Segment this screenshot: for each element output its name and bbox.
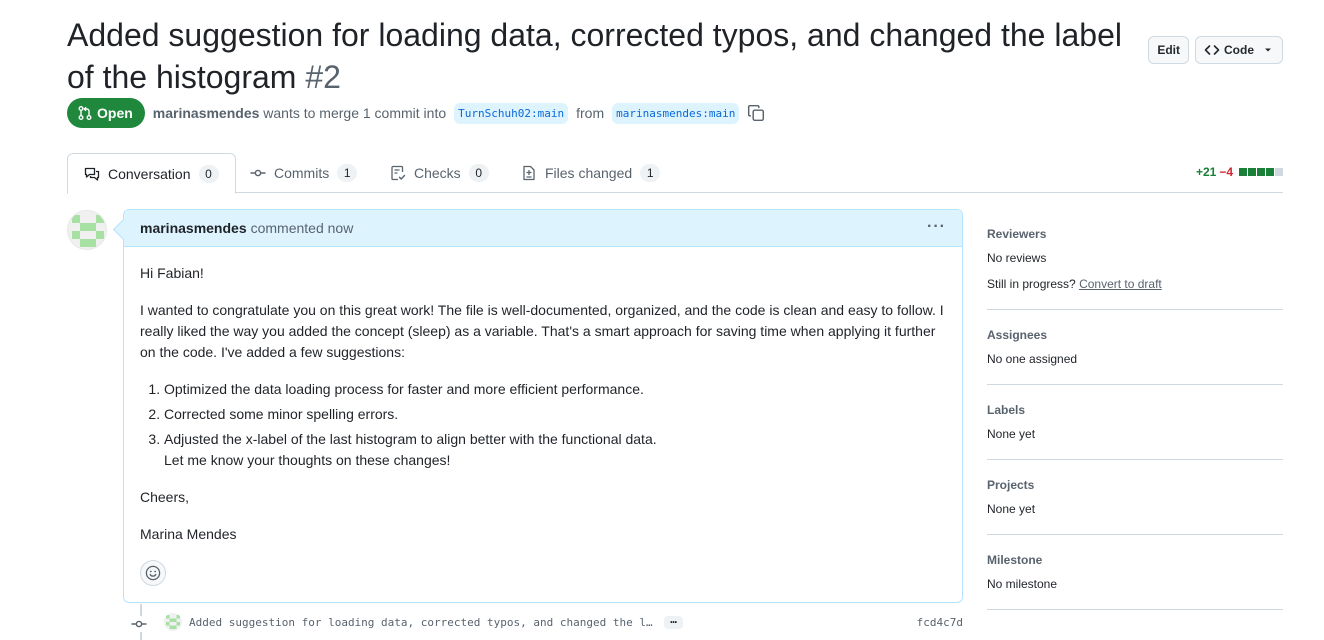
title-actions: Edit Code (1148, 36, 1283, 64)
progress-text: Still in progress? (987, 277, 1076, 291)
list-item: Corrected some minor spelling errors. (164, 404, 946, 425)
tab-conversation[interactable]: Conversation 0 (67, 153, 236, 194)
kebab-horizontal-icon[interactable]: ··· (927, 218, 946, 236)
tab-checks[interactable]: Checks 0 (374, 153, 505, 193)
avatar[interactable] (67, 210, 107, 250)
diffstat-block (1257, 168, 1265, 176)
diffstat-blocks (1239, 168, 1283, 176)
diffstat-block (1266, 168, 1274, 176)
merge-summary: marinasmendes wants to merge 1 commit in… (153, 105, 446, 121)
list-item-text: Adjusted the x-label of the last histogr… (164, 431, 657, 447)
pr-tabs: Conversation 0 Commits 1 Checks 0 Files … (67, 153, 1283, 194)
projects-value: None yet (987, 502, 1036, 516)
identicon (164, 613, 182, 631)
commit-sha[interactable]: fcd4c7d (917, 616, 963, 629)
diffstat-block (1239, 168, 1247, 176)
sidebar-labels: Labels None yet (987, 385, 1283, 460)
status-badge: Open (67, 98, 145, 128)
pr-title-row: Added suggestion for loading data, corre… (67, 14, 1283, 98)
add-reaction-button[interactable] (140, 560, 166, 586)
merge-text: wants to merge 1 commit into (263, 105, 447, 121)
tab-label: Files changed (545, 165, 633, 181)
pr-meta: Open marinasmendes wants to merge 1 comm… (67, 98, 765, 128)
sidebar: Reviewers No reviews Still in progress? … (987, 219, 1283, 610)
tab-commits[interactable]: Commits 1 (234, 153, 373, 193)
expand-commit-button[interactable]: … (664, 614, 683, 629)
timeline-commit: Added suggestion for loading data, corre… (123, 612, 963, 634)
pr-title-text: Added suggestion for loading data, corre… (67, 17, 1122, 95)
tab-counter: 1 (640, 164, 661, 182)
smiley-icon (145, 565, 161, 581)
pr-number: #2 (305, 59, 341, 95)
labels-heading[interactable]: Labels (987, 403, 1283, 417)
comment-discussion-icon (84, 167, 100, 181)
tab-counter: 0 (468, 164, 489, 182)
tab-counter: 0 (198, 164, 219, 183)
git-commit-icon (250, 169, 266, 177)
comment-greeting: Hi Fabian! (140, 265, 204, 281)
comment-body: Hi Fabian! I wanted to congratulate you … (124, 247, 962, 545)
pr-title: Added suggestion for loading data, corre… (67, 14, 1147, 98)
list-item: Adjusted the x-label of the last histogr… (164, 429, 946, 471)
deletions-count: −4 (1219, 165, 1233, 179)
identicon (68, 211, 106, 249)
comment-signature: Marina Mendes (140, 526, 237, 542)
file-diff-icon (523, 165, 535, 181)
convert-to-draft-link[interactable]: Convert to draft (1079, 277, 1162, 291)
base-branch[interactable]: TurnSchuh02:main (454, 102, 569, 124)
git-commit-icon (131, 616, 147, 632)
edit-button[interactable]: Edit (1148, 36, 1189, 64)
code-button-label: Code (1224, 43, 1254, 57)
milestone-heading[interactable]: Milestone (987, 553, 1283, 567)
comment-paragraph: I wanted to congratulate you on this gre… (140, 302, 944, 360)
head-branch[interactable]: marinasmendes:main (612, 102, 740, 124)
tab-label: Checks (414, 165, 461, 181)
sidebar-projects: Projects None yet (987, 460, 1283, 535)
sidebar-assignees: Assignees No one assigned (987, 310, 1283, 385)
code-button[interactable]: Code (1195, 36, 1283, 64)
additions-count: +21 (1195, 165, 1217, 179)
reviewers-heading[interactable]: Reviewers (987, 227, 1283, 241)
comment-meta[interactable]: commented now (251, 220, 354, 236)
diffstat-block (1248, 168, 1256, 176)
author-link[interactable]: marinasmendes (153, 105, 260, 121)
draft-prompt: Still in progress? Convert to draft (987, 275, 1283, 293)
tab-files-changed[interactable]: Files changed 1 (505, 153, 676, 193)
comment-card: marinasmendes commented now ··· Hi Fabia… (123, 209, 963, 603)
caret-down-icon (1265, 48, 1271, 52)
sidebar-milestone: Milestone No milestone (987, 535, 1283, 610)
status-label: Open (97, 105, 133, 121)
from-text: from (576, 105, 605, 121)
commit-message[interactable]: Added suggestion for loading data, corre… (189, 616, 653, 629)
tab-label: Conversation (108, 165, 191, 182)
list-item: Optimized the data loading process for f… (164, 379, 946, 400)
comment-closing: Cheers, (140, 489, 190, 505)
projects-heading[interactable]: Projects (987, 478, 1283, 492)
diffstat: +21 −4 (1196, 165, 1283, 179)
diffstat-block (1275, 168, 1283, 176)
copy-icon[interactable] (747, 104, 765, 122)
tab-label: Commits (274, 165, 330, 181)
assignees-value: No one assigned (987, 352, 1078, 366)
code-icon (1204, 45, 1220, 55)
comment-header: marinasmendes commented now ··· (124, 210, 962, 247)
assignees-heading[interactable]: Assignees (987, 328, 1283, 342)
suggestion-list: Optimized the data loading process for f… (164, 379, 946, 471)
labels-value: None yet (987, 427, 1036, 441)
followup-text: Let me know your thoughts on these chang… (164, 452, 451, 468)
git-pull-request-icon (78, 106, 92, 120)
comment-author[interactable]: marinasmendes (140, 220, 247, 236)
avatar[interactable] (164, 613, 182, 631)
tab-counter: 1 (337, 164, 358, 182)
checklist-icon (391, 165, 406, 181)
milestone-value: No milestone (987, 577, 1058, 591)
sidebar-reviewers: Reviewers No reviews Still in progress? … (987, 219, 1283, 310)
reviewers-value: No reviews (987, 251, 1047, 265)
